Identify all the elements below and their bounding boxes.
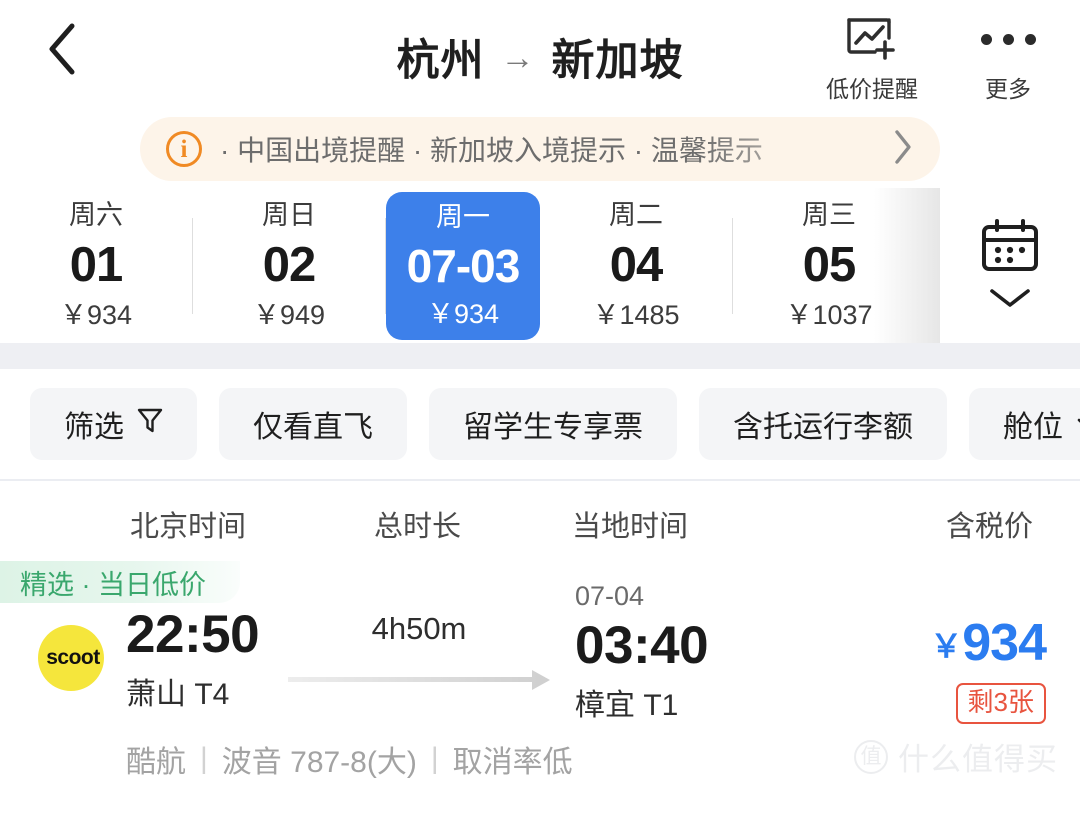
date-cell-3[interactable]: 周二 04 ￥1485 <box>540 194 732 338</box>
filter-chip-label: 筛选 <box>64 411 124 444</box>
more-label: 更多 <box>985 76 1031 102</box>
travel-notice-banner[interactable]: i · 中国出境提醒 · 新加坡入境提示 · 温馨提示 <box>140 117 940 181</box>
info-circle-icon: i <box>166 131 202 167</box>
aircraft-type: 波音 787-8(大) <box>221 746 417 779</box>
chevron-down-icon <box>1076 407 1080 441</box>
date-weekday: 周日 <box>262 200 316 230</box>
arrival-date: 07-04 <box>575 581 645 611</box>
flight-path-arrow-icon <box>288 669 550 696</box>
date-price: ￥1485 <box>592 300 680 330</box>
arrival-airport: 樟宜 T1 <box>575 689 679 723</box>
date-cell-0[interactable]: 周六 01 ￥934 <box>0 194 192 338</box>
arrival-time: 03:40 <box>575 616 709 675</box>
chart-plus-icon <box>845 12 899 66</box>
date-scroll-area[interactable]: 周六 01 ￥934 周日 02 ￥949 周一 07-03 ￥934 周二 0… <box>0 188 940 343</box>
price-block[interactable]: ￥934 剩3张 <box>930 614 1047 725</box>
calendar-icon <box>979 218 1041 281</box>
notice-banner-wrapper: i · 中国出境提醒 · 新加坡入境提示 · 温馨提示 <box>0 110 1080 188</box>
seats-left-badge: 剩3张 <box>955 683 1046 725</box>
flight-meta-info: 酷航 | 波音 787-8(大) | 取消率低 <box>126 737 573 781</box>
departure-time: 22:50 <box>126 605 260 664</box>
filter-chip-label: 舱位 <box>1003 411 1063 444</box>
currency-symbol: ￥ <box>930 628 962 664</box>
price-amount: 934 <box>962 614 1047 672</box>
departure-block: 22:50 萧山 T4 <box>126 605 260 713</box>
airline-logo: scoot <box>38 625 104 691</box>
more-button[interactable]: 更多 <box>954 12 1062 104</box>
column-header-local-time: 当地时间 <box>572 511 689 543</box>
price-alert-label: 低价提醒 <box>826 76 918 102</box>
date-price: ￥934 <box>59 300 133 330</box>
filter-chip-label: 含托运行李额 <box>733 411 913 444</box>
date-cell-1[interactable]: 周日 02 ￥949 <box>193 194 385 338</box>
flight-price: ￥934 <box>930 614 1047 672</box>
filter-chip-direct-only[interactable]: 仅看直飞 <box>219 388 407 460</box>
date-weekday: 周二 <box>609 200 663 230</box>
app-header: 杭州 → 新加坡 低价提醒 更多 <box>0 0 1080 110</box>
date-price: ￥1037 <box>785 300 873 330</box>
flight-duration: 4h50m <box>371 611 467 646</box>
date-day: 05 <box>802 238 857 292</box>
filter-chip-bar: 筛选 仅看直飞 留学生专享票 含托运行李额 舱位 <box>0 369 1080 479</box>
result-column-headers: 北京时间 总时长 当地时间 含税价 <box>0 481 1080 559</box>
open-calendar-button[interactable] <box>940 188 1080 343</box>
section-band <box>0 343 1080 369</box>
airline-logo-text: scoot <box>46 646 100 669</box>
watermark: 值 什么值得买 <box>854 734 1058 779</box>
status-badge-promo: 精选 · 当日低价 <box>0 561 240 603</box>
column-header-duration: 总时长 <box>374 511 462 543</box>
ellipsis-icon <box>980 12 1036 66</box>
date-day: 07-03 <box>406 239 521 292</box>
date-weekday: 周一 <box>436 201 490 232</box>
arrival-block: 07-04 03:40 樟宜 T1 <box>575 581 709 724</box>
date-weekday: 周三 <box>802 200 856 230</box>
filter-chip-student-fare[interactable]: 留学生专享票 <box>429 388 677 460</box>
filter-chip-sort[interactable]: 筛选 <box>30 388 197 460</box>
promo-badge-label: 精选 · 当日低价 <box>20 569 206 600</box>
route-arrow-icon: → <box>500 39 536 77</box>
date-cell-2-selected[interactable]: 周一 07-03 ￥934 <box>386 191 540 340</box>
date-cell-4[interactable]: 周三 05 ￥1037 <box>733 194 925 338</box>
duration-block: 4h50m <box>288 611 550 696</box>
chevron-right-icon <box>892 128 914 171</box>
filter-chip-baggage-included[interactable]: 含托运行李额 <box>699 388 947 460</box>
date-day: 04 <box>609 238 664 292</box>
date-day: 02 <box>262 238 317 292</box>
date-selector: 周六 01 ￥934 周日 02 ￥949 周一 07-03 ￥934 周二 0… <box>0 188 1080 343</box>
departure-airport: 萧山 T4 <box>126 678 230 712</box>
chevron-left-icon <box>47 23 77 75</box>
date-weekday: 周六 <box>69 200 123 230</box>
flight-row: scoot 22:50 萧山 T4 4h50m 07-04 03:40 樟宜 T… <box>0 583 1080 733</box>
filter-chip-label: 仅看直飞 <box>253 411 373 444</box>
meta-divider: | <box>430 742 439 775</box>
price-alert-button[interactable]: 低价提醒 <box>818 12 926 104</box>
flight-result-card[interactable]: 精选 · 当日低价 scoot 22:50 萧山 T4 4h50m 07-04 … <box>0 559 1080 799</box>
title-destination: 新加坡 <box>551 37 684 85</box>
back-button[interactable] <box>34 18 90 80</box>
airline-name: 酷航 <box>126 746 186 779</box>
date-price: ￥949 <box>252 300 326 330</box>
column-header-departure-time: 北京时间 <box>130 511 247 543</box>
filter-chip-label: 留学生专享票 <box>463 411 643 444</box>
funnel-icon <box>137 406 163 442</box>
chevron-down-icon <box>987 287 1033 314</box>
title-origin: 杭州 <box>396 37 485 85</box>
date-day: 01 <box>69 238 124 292</box>
date-price: ￥934 <box>426 298 500 329</box>
header-actions: 低价提醒 更多 <box>818 12 1062 104</box>
watermark-text: 什么值得买 <box>898 742 1058 777</box>
meta-divider: | <box>200 742 208 775</box>
filter-chip-cabin-class[interactable]: 舱位 <box>969 388 1080 460</box>
notice-text: · 中国出境提醒 · 新加坡入境提示 · 温馨提示 <box>220 135 763 166</box>
cancel-rate-label: 取消率低 <box>452 746 573 779</box>
watermark-logo-icon: 值 <box>854 739 888 774</box>
column-header-price: 含税价 <box>945 511 1033 543</box>
